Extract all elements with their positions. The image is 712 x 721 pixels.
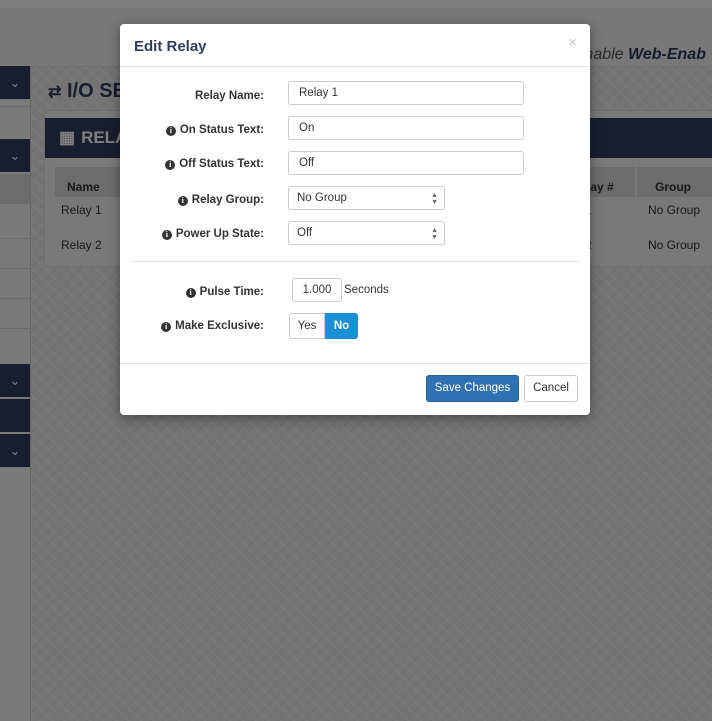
- exclusive-no-button[interactable]: No: [325, 313, 358, 339]
- select-arrows-icon: ▲ ▼: [431, 227, 438, 241]
- info-circle-icon: i: [161, 322, 172, 332]
- info-circle-icon: i: [177, 196, 188, 206]
- on-status-label-text: On Status Text:: [179, 124, 264, 136]
- pulse-time-label: i Pulse Time:: [185, 286, 264, 298]
- modal-footer-divider: [120, 363, 590, 364]
- power-up-value: Off: [297, 227, 313, 239]
- off-status-input[interactable]: Off: [288, 151, 524, 175]
- power-up-select[interactable]: Off ▲ ▼: [288, 221, 445, 245]
- pulse-time-label-text: Pulse Time:: [199, 286, 264, 298]
- info-circle-icon: i: [165, 126, 176, 136]
- relay-group-label-text: Relay Group:: [191, 194, 264, 206]
- close-icon[interactable]: ×: [568, 34, 577, 51]
- modal-header: Edit Relay ×: [120, 24, 590, 67]
- on-status-input[interactable]: On: [288, 116, 524, 140]
- relay-name-label: Relay Name:: [194, 90, 264, 102]
- pulse-time-unit: Seconds: [344, 284, 389, 296]
- exclusive-yes-button[interactable]: Yes: [289, 313, 325, 339]
- off-status-label-text: Off Status Text:: [179, 158, 264, 170]
- power-up-label-text: Power Up State:: [175, 228, 264, 240]
- cancel-button[interactable]: Cancel: [524, 375, 578, 402]
- off-status-label: i Off Status Text:: [165, 158, 264, 170]
- edit-relay-modal: Edit Relay × Relay Name: Relay 1 i On Sta…: [120, 24, 590, 415]
- make-exclusive-label: i Make Exclusive:: [161, 320, 264, 332]
- relay-group-label: i Relay Group:: [177, 194, 264, 206]
- pulse-time-input[interactable]: 1.000: [292, 278, 342, 302]
- save-changes-button[interactable]: Save Changes: [426, 375, 519, 402]
- make-exclusive-label-text: Make Exclusive:: [175, 320, 264, 332]
- info-circle-icon: i: [161, 230, 172, 240]
- power-up-label: i Power Up State:: [161, 228, 264, 240]
- relay-group-value: No Group: [297, 192, 347, 204]
- info-circle-icon: i: [185, 288, 196, 298]
- form-divider: [130, 261, 580, 262]
- relay-name-input[interactable]: Relay 1: [288, 81, 524, 105]
- select-arrows-icon: ▲ ▼: [431, 192, 438, 206]
- modal-title: Edit Relay: [134, 38, 207, 55]
- on-status-label: i On Status Text:: [165, 124, 264, 136]
- info-circle-icon: i: [165, 160, 176, 170]
- relay-group-select[interactable]: No Group ▲ ▼: [288, 186, 445, 210]
